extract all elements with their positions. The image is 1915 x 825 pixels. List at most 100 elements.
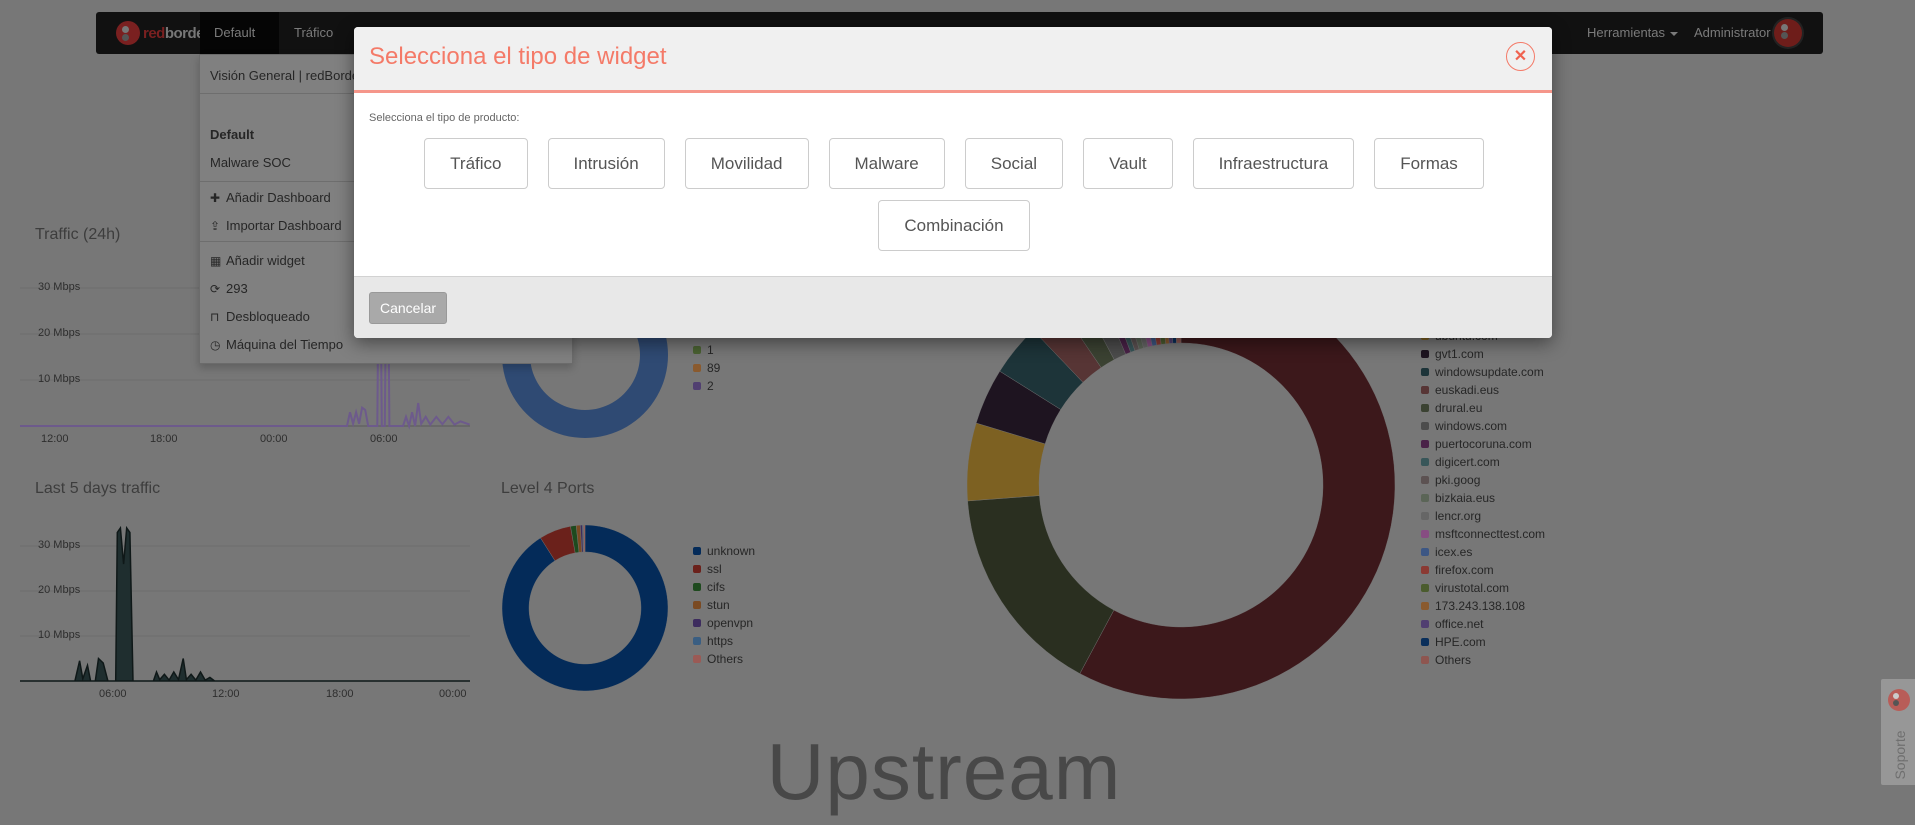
legend-item[interactable]: 2: [693, 379, 714, 393]
legend-item[interactable]: windowsupdate.com: [1421, 365, 1544, 379]
type-intrusion-button[interactable]: Intrusión: [547, 138, 665, 189]
refresh-icon: ⟳: [210, 282, 221, 296]
nav-trafico[interactable]: Tráfico: [280, 12, 347, 54]
tools-dropdown-toggle[interactable]: Herramientas: [1573, 12, 1692, 54]
legend-swatch: [1421, 638, 1429, 646]
legend-item[interactable]: puertocoruna.com: [1421, 437, 1532, 451]
type-trafico-button[interactable]: Tráfico: [424, 138, 528, 189]
legend-item[interactable]: Others: [1421, 653, 1471, 667]
legend-item[interactable]: cifs: [693, 580, 725, 594]
menu-dashboard-malware-soc[interactable]: Malware SOC: [210, 155, 291, 170]
legend-swatch: [1421, 440, 1429, 448]
upload-icon: ⇪: [210, 219, 221, 233]
legend-item[interactable]: HPE.com: [1421, 635, 1486, 649]
legend-item[interactable]: Others: [693, 652, 743, 666]
legend-item[interactable]: openvpn: [693, 616, 753, 630]
support-tab[interactable]: Soporte: [1881, 679, 1915, 785]
legend-label: euskadi.eus: [1435, 383, 1500, 397]
legend-item[interactable]: digicert.com: [1421, 455, 1500, 469]
menu-add-widget[interactable]: ▦ Añadir widget: [210, 253, 305, 268]
last-5-days-title: Last 5 days traffic: [35, 480, 161, 497]
legend-swatch: [1421, 566, 1429, 574]
legend-item[interactable]: msftconnecttest.com: [1421, 527, 1545, 541]
legend-item[interactable]: https: [693, 634, 733, 648]
menu-dashboard-default[interactable]: Default: [210, 127, 254, 142]
legend-item[interactable]: windows.com: [1421, 419, 1507, 433]
legend-item[interactable]: pki.goog: [1421, 473, 1480, 487]
legend-item[interactable]: drural.eu: [1421, 401, 1482, 415]
last5days-series-area: [20, 525, 470, 682]
legend-label: lencr.org: [1435, 509, 1482, 523]
legend-label: 89: [707, 361, 721, 375]
legend-item[interactable]: euskadi.eus: [1421, 383, 1499, 397]
legend-item[interactable]: bizkaia.eus: [1421, 491, 1495, 505]
menu-time-machine[interactable]: ◷ Máquina del Tiempo: [210, 337, 343, 352]
avatar[interactable]: [1774, 19, 1802, 47]
user-menu[interactable]: Administrator: [1680, 12, 1785, 54]
modal-header: Selecciona el tipo de widget ✕: [354, 27, 1552, 93]
level4-ports-slice: [583, 524, 586, 553]
legend-item[interactable]: stun: [693, 598, 730, 612]
legend-item[interactable]: unknown: [693, 544, 755, 558]
legend-swatch: [1421, 584, 1429, 592]
legend-item[interactable]: firefox.com: [1421, 563, 1494, 577]
menu-refresh-interval[interactable]: ⟳ 293: [210, 281, 248, 296]
type-malware-button[interactable]: Malware: [828, 138, 945, 189]
legend-swatch: [693, 364, 701, 372]
legend-label: cifs: [707, 580, 725, 594]
legend-label: windows.com: [1435, 419, 1508, 433]
last5days-y-tick: 30 Mbps: [38, 539, 81, 551]
legend-item[interactable]: icex.es: [1421, 545, 1472, 559]
modal-title: Selecciona el tipo de widget: [369, 43, 667, 70]
menu-label: 293: [226, 281, 248, 296]
legend-swatch: [1421, 404, 1429, 412]
menu-add-dashboard[interactable]: ✚ Añadir Dashboard: [210, 190, 331, 205]
type-social-button[interactable]: Social: [964, 138, 1064, 189]
legend-item[interactable]: ssl: [693, 562, 722, 576]
legend-swatch: [693, 637, 701, 645]
type-movilidad-button[interactable]: Movilidad: [684, 138, 809, 189]
type-formas-button[interactable]: Formas: [1374, 138, 1484, 189]
legend-swatch: [693, 655, 701, 663]
legend-swatch: [1421, 656, 1429, 664]
legend-item[interactable]: lencr.org: [1421, 509, 1481, 523]
legend-swatch: [693, 382, 701, 390]
redborder-logo[interactable]: redborder: [116, 21, 210, 45]
legend-item[interactable]: 173.243.138.108: [1421, 599, 1525, 613]
legend-swatch: [1421, 458, 1429, 466]
legend-item[interactable]: gvt1.com: [1421, 347, 1484, 361]
legend-label: stun: [707, 598, 730, 612]
legend-label: icex.es: [1435, 545, 1473, 559]
menu-lock-toggle[interactable]: ⊓ Desbloqueado: [210, 309, 310, 324]
product-type-buttons: Tráfico Intrusión Movilidad Malware Soci…: [414, 138, 1494, 251]
caret-down-icon: [1670, 31, 1679, 36]
unlock-icon: ⊓: [210, 310, 220, 324]
legend-label: puertocoruna.com: [1435, 437, 1532, 451]
legend-swatch: [1421, 530, 1429, 538]
type-vault-button[interactable]: Vault: [1083, 138, 1173, 189]
traffic24-x-tick: 18:00: [150, 433, 178, 445]
legend-swatch: [693, 565, 701, 573]
legend-label: windowsupdate.com: [1435, 365, 1544, 379]
type-infraestructura-button[interactable]: Infraestructura: [1192, 138, 1355, 189]
menu-current-dashboard[interactable]: Visión General | redBorder: [210, 68, 363, 83]
legend-item[interactable]: office.net: [1421, 617, 1483, 631]
type-combinacion-button[interactable]: Combinación: [878, 200, 1030, 251]
legend-item[interactable]: virustotal.com: [1421, 581, 1509, 595]
menu-import-dashboard[interactable]: ⇪ Importar Dashboard: [210, 218, 342, 233]
legend-label: 2: [707, 379, 714, 393]
traffic24-y-tick: 20 Mbps: [38, 327, 81, 339]
legend-swatch: [693, 547, 701, 555]
legend-swatch: [1421, 386, 1429, 394]
legend-item[interactable]: 89: [693, 361, 720, 375]
dashboard-dropdown-toggle[interactable]: Default: [200, 12, 279, 78]
close-icon[interactable]: ✕: [1506, 42, 1535, 71]
tools-label: Herramientas: [1587, 25, 1666, 40]
legend-swatch: [1421, 350, 1429, 358]
legend-swatch: [693, 346, 701, 354]
last5days-x-tick: 06:00: [99, 688, 127, 700]
cancel-button[interactable]: Cancelar: [369, 292, 447, 324]
legend-label: gvt1.com: [1435, 347, 1484, 361]
legend-item[interactable]: 1: [693, 343, 714, 357]
legend-swatch: [693, 619, 701, 627]
